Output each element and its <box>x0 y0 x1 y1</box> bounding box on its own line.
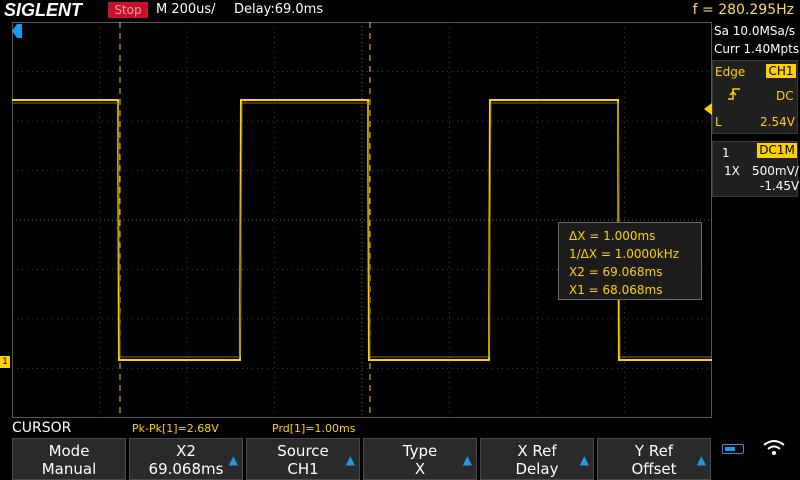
sample-rate: Sa 10.0MSa/s <box>714 24 796 38</box>
trigger-level-value: 2.54V <box>760 115 795 129</box>
adjust-arrow-icon: ▲ <box>228 453 238 467</box>
softkey-y-ref[interactable]: Y Ref Offset ▲ <box>597 438 711 480</box>
softkey-label: Mode <box>48 442 90 460</box>
delay-readout: Delay:69.0ms <box>234 2 324 17</box>
trigger-source-badge: CH1 <box>766 64 796 78</box>
pk-pk-measurement: Pk-Pk[1]=2.68V <box>132 422 219 435</box>
channel-number: 1 <box>722 146 730 160</box>
ch1-ground-marker[interactable]: 1 <box>0 356 10 368</box>
softkey-value: Offset <box>631 460 677 478</box>
softkey-label: Source <box>277 442 329 460</box>
run-stop-status[interactable]: Stop <box>108 2 148 18</box>
inverse-delta-x-readout: 1/ΔX = 1.0000kHz <box>569 247 680 261</box>
trigger-coupling: DC <box>776 89 794 103</box>
delta-x-readout: ΔX = 1.000ms <box>569 229 656 243</box>
trigger-level-marker[interactable] <box>704 103 712 115</box>
vertical-offset: -1.45V <box>760 179 800 193</box>
softkey-label: Y Ref <box>634 442 674 460</box>
frequency-counter: f = 280.295Hz <box>692 2 794 18</box>
trigger-position-marker <box>12 24 22 38</box>
trigger-level-label: L <box>715 115 722 129</box>
softkey-value: X <box>414 460 426 478</box>
rising-edge-icon <box>727 87 741 105</box>
softkey-source[interactable]: Source CH1 ▲ <box>246 438 360 480</box>
adjust-arrow-icon: ▲ <box>345 453 355 467</box>
softkey-value: Delay <box>515 460 559 478</box>
softkey-type[interactable]: Type X ▲ <box>363 438 477 480</box>
softkey-x-ref[interactable]: X Ref Delay ▲ <box>480 438 594 480</box>
softkey-x2[interactable]: X2 69.068ms ▲ <box>129 438 243 480</box>
softkey-mode[interactable]: Mode Manual <box>12 438 126 480</box>
x2-readout: X2 = 69.068ms <box>569 265 663 279</box>
menu-title: CURSOR <box>12 420 72 436</box>
softkey-value: CH1 <box>287 460 319 478</box>
channel-coupling-badge: DC1M <box>757 143 797 158</box>
period-measurement: Prd[1]=1.00ms <box>272 422 356 435</box>
memory-depth: Curr 1.40Mpts <box>714 42 800 56</box>
softkey-label: X2 <box>176 442 196 460</box>
adjust-arrow-icon: ▲ <box>696 453 706 467</box>
graticule <box>12 22 712 418</box>
softkey-label: X Ref <box>517 442 557 460</box>
battery-icon <box>722 444 744 454</box>
wifi-icon[interactable] <box>762 438 786 456</box>
softkey-value: 69.068ms <box>148 460 224 478</box>
softkey-value: Manual <box>41 460 97 478</box>
timebase-readout: M 200us/ <box>156 2 216 17</box>
x1-readout: X1 = 68.068ms <box>569 283 663 297</box>
adjust-arrow-icon: ▲ <box>462 453 472 467</box>
probe-attenuation: 1X <box>724 164 740 178</box>
adjust-arrow-icon: ▲ <box>579 453 589 467</box>
cursor-readout-box: ΔX = 1.000ms 1/ΔX = 1.0000kHz X2 = 69.06… <box>558 222 702 300</box>
softkey-label: Type <box>402 442 438 460</box>
brand-logo: SIGLENT <box>4 0 83 20</box>
trigger-type: Edge <box>715 65 746 79</box>
